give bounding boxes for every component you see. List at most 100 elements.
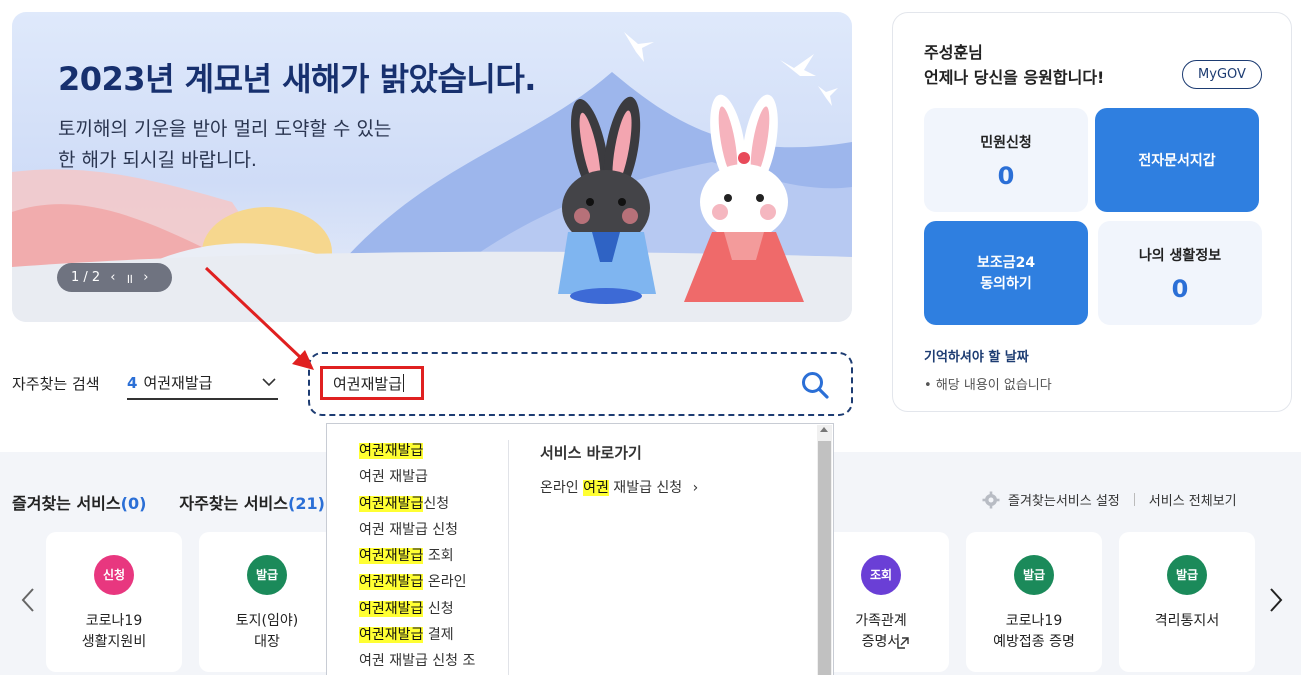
greeting-message: 언제나 당신을 응원합니다! bbox=[924, 68, 1105, 87]
chevron-down-icon bbox=[262, 378, 276, 387]
service-card-label: 토지(임야) 대장 bbox=[235, 613, 299, 650]
suggestion-rest: 신청 bbox=[423, 495, 450, 512]
banner-pager: 1 / 2 ‹ ॥ › bbox=[57, 263, 172, 292]
my-life-info-tile[interactable]: 나의 생활정보 0 bbox=[1098, 221, 1262, 325]
service-card-label: 격리통지서 bbox=[1154, 613, 1220, 629]
scrollbar-thumb[interactable] bbox=[818, 441, 831, 675]
suggestion-match: 여권재발급 bbox=[359, 600, 424, 617]
search-input[interactable]: 여권재발급 bbox=[320, 366, 424, 400]
service-shortcut: 서비스 바로가기 온라인 여권 재발급 신청 › bbox=[540, 442, 698, 497]
banner-title: 2023년 계묘년 새해가 밝았습니다. bbox=[58, 60, 536, 98]
tile-label: 민원신청 bbox=[980, 135, 1032, 151]
shortcut-text: 재발급 신청 bbox=[608, 480, 683, 496]
gear-icon bbox=[982, 491, 1000, 508]
remember-dates-empty: • 해당 내용이 없습니다 bbox=[924, 378, 1052, 393]
new-year-banner[interactable]: 2023년 계묘년 새해가 밝았습니다. 토끼해의 기운을 받아 멀리 도약할 … bbox=[12, 12, 852, 322]
suggestion-rest: 온라인 bbox=[423, 574, 467, 591]
e-wallet-tile[interactable]: 전자문서지갑 bbox=[1095, 108, 1259, 212]
carousel-prev-icon[interactable] bbox=[18, 586, 38, 614]
tab-frequent-services[interactable]: 자주찾는 서비스(21) bbox=[179, 490, 325, 514]
banner-subtitle-line2: 한 해가 되시길 바랍니다. bbox=[58, 149, 257, 171]
scrollbar[interactable] bbox=[817, 425, 832, 675]
subsidy-consent-tile[interactable]: 보조금24 동의하기 bbox=[924, 221, 1088, 325]
suggestion-rest: 조회 bbox=[423, 548, 454, 565]
text-caret bbox=[403, 374, 405, 392]
suggestion-rest: 결제 bbox=[423, 627, 454, 644]
suggestion-match: 여권재발급 bbox=[359, 495, 424, 512]
search-input-value: 여권재발급 bbox=[333, 374, 403, 393]
tile-label-line2: 동의하기 bbox=[980, 276, 1032, 292]
suggestion-match: 여권재발급 bbox=[359, 443, 424, 459]
banner-subtitle: 토끼해의 기운을 받아 멀리 도약할 수 있는 한 해가 되시길 바랍니다. bbox=[58, 114, 391, 176]
frequent-search-value: 여권재발급 bbox=[143, 374, 213, 392]
tab-favorite-services[interactable]: 즐겨찾는 서비스(0) bbox=[12, 490, 146, 514]
service-card-label: 코로나19 생활지원비 bbox=[81, 613, 147, 650]
user-name: 주성훈님 bbox=[924, 43, 983, 62]
suggestion-rest: 여권 재발급 신청 조 bbox=[359, 653, 476, 670]
user-greeting: 주성훈님 언제나 당신을 응원합니다! bbox=[924, 40, 1104, 90]
inquiry-badge: 조회 bbox=[861, 555, 901, 595]
scroll-up-icon[interactable] bbox=[820, 427, 828, 432]
external-link-icon bbox=[897, 637, 909, 649]
shortcut-match: 여권 bbox=[583, 480, 609, 496]
divider bbox=[508, 440, 509, 675]
shortcut-text: 온라인 bbox=[540, 480, 584, 496]
shortcut-link[interactable]: 온라인 여권 재발급 신청 › bbox=[540, 477, 698, 497]
suggestion-item[interactable]: 여권재발급 조회 bbox=[359, 543, 509, 569]
suggestion-list: 여권재발급 여권 재발급 여권재발급신청 여권 재발급 신청 여권재발급 조회 … bbox=[359, 438, 509, 675]
remember-dates-title: 기억하셔야 할 날짜 bbox=[924, 350, 1029, 365]
frequent-search-rank: 4 bbox=[127, 373, 138, 392]
tile-label: 전자문서지갑 bbox=[1138, 153, 1216, 169]
tile-label: 나의 생활정보 bbox=[1138, 248, 1222, 264]
mygov-button[interactable]: MyGOV bbox=[1182, 60, 1262, 89]
tab-frequent-count: (21) bbox=[288, 494, 325, 513]
service-card-label: 코로나19 예방접종 증명 bbox=[993, 613, 1075, 650]
tab-frequent-label: 자주찾는 서비스 bbox=[179, 494, 289, 513]
banner-pause-button[interactable]: ॥ bbox=[125, 269, 133, 287]
services-tools: 즐겨찾는서비스 설정 서비스 전체보기 bbox=[982, 490, 1237, 509]
remember-empty-text: 해당 내용이 없습니다 bbox=[935, 378, 1052, 393]
suggestion-item[interactable]: 여권재발급 결제 bbox=[359, 622, 509, 648]
tab-favorite-count: (0) bbox=[120, 494, 147, 513]
search-box: 여권재발급 bbox=[308, 352, 853, 416]
service-card[interactable]: 발급 토지(임야) 대장 bbox=[199, 532, 335, 672]
suggestion-item[interactable]: 여권재발급 신청 bbox=[359, 596, 509, 622]
suggestion-match: 여권재발급 bbox=[359, 627, 424, 644]
banner-subtitle-line1: 토끼해의 기운을 받아 멀리 도약할 수 있는 bbox=[58, 118, 392, 140]
service-card[interactable]: 신청 코로나19 생활지원비 bbox=[46, 532, 182, 672]
banner-prev-button[interactable]: ‹ bbox=[110, 270, 115, 285]
suggestion-item[interactable]: 여권 재발급 bbox=[359, 464, 509, 490]
user-panel: 주성훈님 언제나 당신을 응원합니다! MyGOV 민원신청 0 전자문서지갑 … bbox=[892, 12, 1292, 412]
banner-page-indicator: 1 / 2 bbox=[71, 270, 101, 285]
divider bbox=[1133, 493, 1135, 506]
apply-badge: 신청 bbox=[94, 555, 134, 595]
suggestion-item[interactable]: 여권재발급 bbox=[359, 438, 509, 464]
civil-application-tile[interactable]: 민원신청 0 bbox=[924, 108, 1088, 212]
suggestion-rest: 여권 재발급 bbox=[359, 469, 428, 486]
issue-badge: 발급 bbox=[247, 555, 287, 595]
suggestion-item[interactable]: 여권재발급신청 bbox=[359, 491, 509, 517]
services-tabs: 즐겨찾는 서비스(0) 자주찾는 서비스(21) bbox=[12, 490, 325, 514]
shortcut-title: 서비스 바로가기 bbox=[540, 444, 642, 462]
search-autocomplete: 여권재발급 여권 재발급 여권재발급신청 여권 재발급 신청 여권재발급 조회 … bbox=[326, 423, 834, 675]
suggestion-item[interactable]: 여권재발급 온라인 bbox=[359, 569, 509, 595]
frequent-search-label: 자주찾는 검색 bbox=[12, 375, 100, 393]
issue-badge: 발급 bbox=[1167, 555, 1207, 595]
service-card[interactable]: 발급 코로나19 예방접종 증명 bbox=[966, 532, 1102, 672]
view-all-services-link[interactable]: 서비스 전체보기 bbox=[1149, 490, 1237, 509]
search-icon[interactable] bbox=[800, 370, 830, 400]
issue-badge: 발급 bbox=[1014, 555, 1054, 595]
tile-label-line1: 보조금24 bbox=[976, 255, 1036, 271]
suggestion-item[interactable]: 여권 재발급 신청 bbox=[359, 517, 509, 543]
carousel-next-icon[interactable] bbox=[1266, 586, 1286, 614]
tile-count: 0 bbox=[997, 162, 1015, 190]
frequent-search-select[interactable]: 4 여권재발급 bbox=[127, 367, 278, 400]
suggestion-rest: 신청 bbox=[423, 600, 454, 617]
banner-next-button[interactable]: › bbox=[143, 270, 148, 285]
suggestion-item[interactable]: 여권 재발급 신청 조 bbox=[359, 648, 509, 674]
favorite-settings-link[interactable]: 즐겨찾는서비스 설정 bbox=[1008, 490, 1120, 509]
service-card[interactable]: 발급 격리통지서 bbox=[1119, 532, 1255, 672]
suggestion-match: 여권재발급 bbox=[359, 574, 424, 591]
suggestion-rest: 여권 재발급 신청 bbox=[359, 521, 459, 538]
chevron-right-icon: › bbox=[692, 480, 699, 496]
